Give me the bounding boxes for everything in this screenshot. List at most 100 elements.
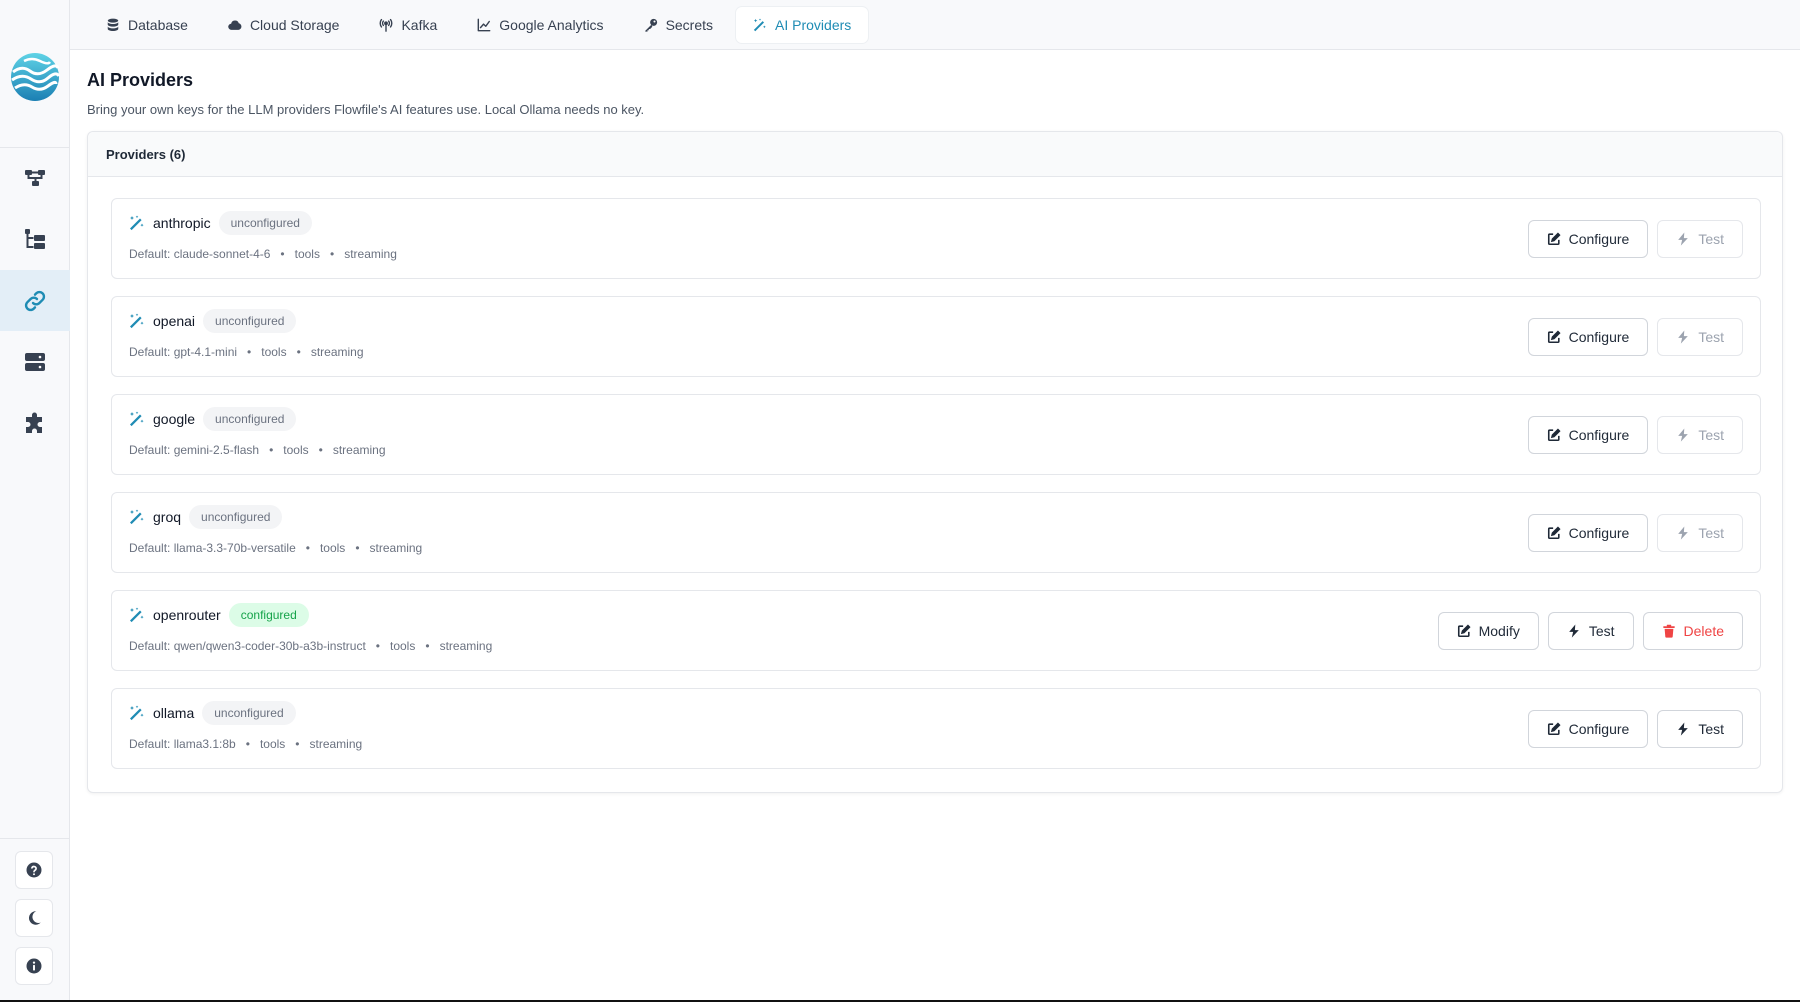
test-button[interactable]: Test <box>1657 416 1743 454</box>
capability-tools: tools <box>261 345 287 359</box>
capability-streaming: streaming <box>369 541 423 555</box>
info-button[interactable] <box>15 947 53 985</box>
tab-ai-providers[interactable]: AI Providers <box>736 6 869 43</box>
default-model: Default: llama-3.3-70b-versatile <box>129 541 296 555</box>
page-subtitle: Bring your own keys for the LLM provider… <box>87 102 645 117</box>
status-badge: unconfigured <box>203 407 297 431</box>
test-button[interactable]: Test <box>1657 514 1743 552</box>
status-badge: configured <box>228 603 309 627</box>
test-button[interactable]: Test <box>1657 710 1743 748</box>
configure-label: Configure <box>1568 721 1630 737</box>
configure-button[interactable]: Configure <box>1527 318 1649 356</box>
edit-icon <box>1547 722 1561 736</box>
capability-streaming: streaming <box>332 443 386 457</box>
test-button[interactable]: Test <box>1657 318 1743 356</box>
bolt-icon <box>1678 722 1689 736</box>
test-button[interactable]: Test <box>1547 612 1634 650</box>
tab-google-analytics[interactable]: Google Analytics <box>460 7 620 43</box>
configure-button[interactable]: Configure <box>1527 220 1649 258</box>
provider-row-anthropic: anthropic unconfigured Default: claude-s… <box>111 198 1761 279</box>
delete-button[interactable]: Delete <box>1642 612 1743 650</box>
test-label: Test <box>1698 329 1724 345</box>
provider-name: openai <box>153 313 196 329</box>
bolt-icon <box>1678 428 1689 442</box>
edit-icon <box>1547 330 1561 344</box>
default-model: Default: qwen/qwen3-coder-30b-a3b-instru… <box>129 639 366 653</box>
configure-button[interactable]: Configure <box>1527 416 1649 454</box>
question-circle-icon <box>26 862 42 878</box>
puzzle-icon <box>26 412 42 433</box>
tab-label: Google Analytics <box>499 16 604 33</box>
status-badge: unconfigured <box>203 309 297 333</box>
provider-name: openrouter <box>153 607 221 623</box>
help-button[interactable] <box>15 851 53 889</box>
tab-cloud-storage[interactable]: Cloud Storage <box>211 7 357 43</box>
status-badge: unconfigured <box>189 505 283 529</box>
magic-wand-icon <box>130 411 144 427</box>
default-model: Default: llama3.1:8b <box>129 737 236 751</box>
status-badge: unconfigured <box>202 701 296 725</box>
capability-streaming: streaming <box>439 639 493 653</box>
server-icon <box>25 352 45 371</box>
connection-tabs: Database Cloud Storage Kafka Google Anal… <box>70 0 1800 50</box>
test-label: Test <box>1698 721 1724 737</box>
bolt-icon <box>1678 330 1689 344</box>
edit-icon <box>1547 526 1561 540</box>
magic-wand-icon <box>130 607 144 623</box>
capability-streaming: streaming <box>309 737 363 751</box>
page-title: AI Providers <box>87 70 194 90</box>
providers-card-header: Providers (6) <box>88 132 1782 177</box>
chart-line-icon <box>477 18 491 31</box>
bolt-icon <box>1678 526 1689 540</box>
tab-secrets[interactable]: Secrets <box>627 7 730 43</box>
sidebar <box>0 0 70 1000</box>
edit-icon <box>1547 232 1561 246</box>
bolt-icon <box>1569 624 1579 638</box>
tab-label: Database <box>128 16 188 33</box>
trash-icon <box>1662 624 1675 638</box>
moon-icon <box>28 911 41 925</box>
info-circle-icon <box>26 958 42 974</box>
magic-wand-icon <box>130 215 144 231</box>
test-label: Test <box>1698 427 1724 443</box>
delete-label: Delete <box>1683 623 1724 639</box>
provider-row-ollama: ollama unconfigured Default: llama3.1:8b… <box>111 688 1761 769</box>
bolt-icon <box>1678 232 1689 246</box>
magic-wand-icon <box>753 17 766 31</box>
test-button[interactable]: Test <box>1657 220 1743 258</box>
database-icon <box>107 18 119 31</box>
configure-label: Configure <box>1568 231 1630 247</box>
tab-kafka[interactable]: Kafka <box>362 7 454 43</box>
theme-toggle-button[interactable] <box>15 899 53 937</box>
magic-wand-icon <box>130 509 144 525</box>
broadcast-icon <box>379 18 393 32</box>
tab-label: Secrets <box>665 16 714 33</box>
sidebar-item-plugins[interactable] <box>0 393 70 454</box>
default-model: Default: gemini-2.5-flash <box>129 443 260 457</box>
sidebar-item-connections[interactable] <box>0 270 70 331</box>
configure-label: Configure <box>1568 525 1630 541</box>
cloud-icon <box>228 20 242 30</box>
provider-name: groq <box>153 509 182 525</box>
key-icon <box>644 18 657 32</box>
magic-wand-icon <box>130 313 144 329</box>
capability-tools: tools <box>319 541 346 555</box>
flowfile-logo[interactable] <box>10 52 60 102</box>
providers-card: Providers (6) anthropic unconfigured Def… <box>87 131 1783 793</box>
tab-label: Cloud Storage <box>249 16 340 33</box>
sidebar-item-catalog[interactable] <box>0 208 70 269</box>
capability-tools: tools <box>390 639 416 653</box>
test-label: Test <box>1698 231 1724 247</box>
sidebar-item-storage[interactable] <box>0 331 70 392</box>
tab-database[interactable]: Database <box>89 7 205 43</box>
provider-row-openrouter: openrouter configured Default: qwen/qwen… <box>111 590 1761 671</box>
provider-row-google: google unconfigured Default: gemini-2.5-… <box>111 394 1761 475</box>
provider-row-openai: openai unconfigured Default: gpt-4.1-min… <box>111 296 1761 377</box>
link-icon <box>24 290 46 311</box>
modify-button[interactable]: Modify <box>1437 612 1539 650</box>
configure-button[interactable]: Configure <box>1527 710 1649 748</box>
sidebar-item-flows[interactable] <box>0 147 70 208</box>
tab-label: Kafka <box>401 16 438 33</box>
tab-label: AI Providers <box>775 16 852 33</box>
configure-button[interactable]: Configure <box>1527 514 1649 552</box>
